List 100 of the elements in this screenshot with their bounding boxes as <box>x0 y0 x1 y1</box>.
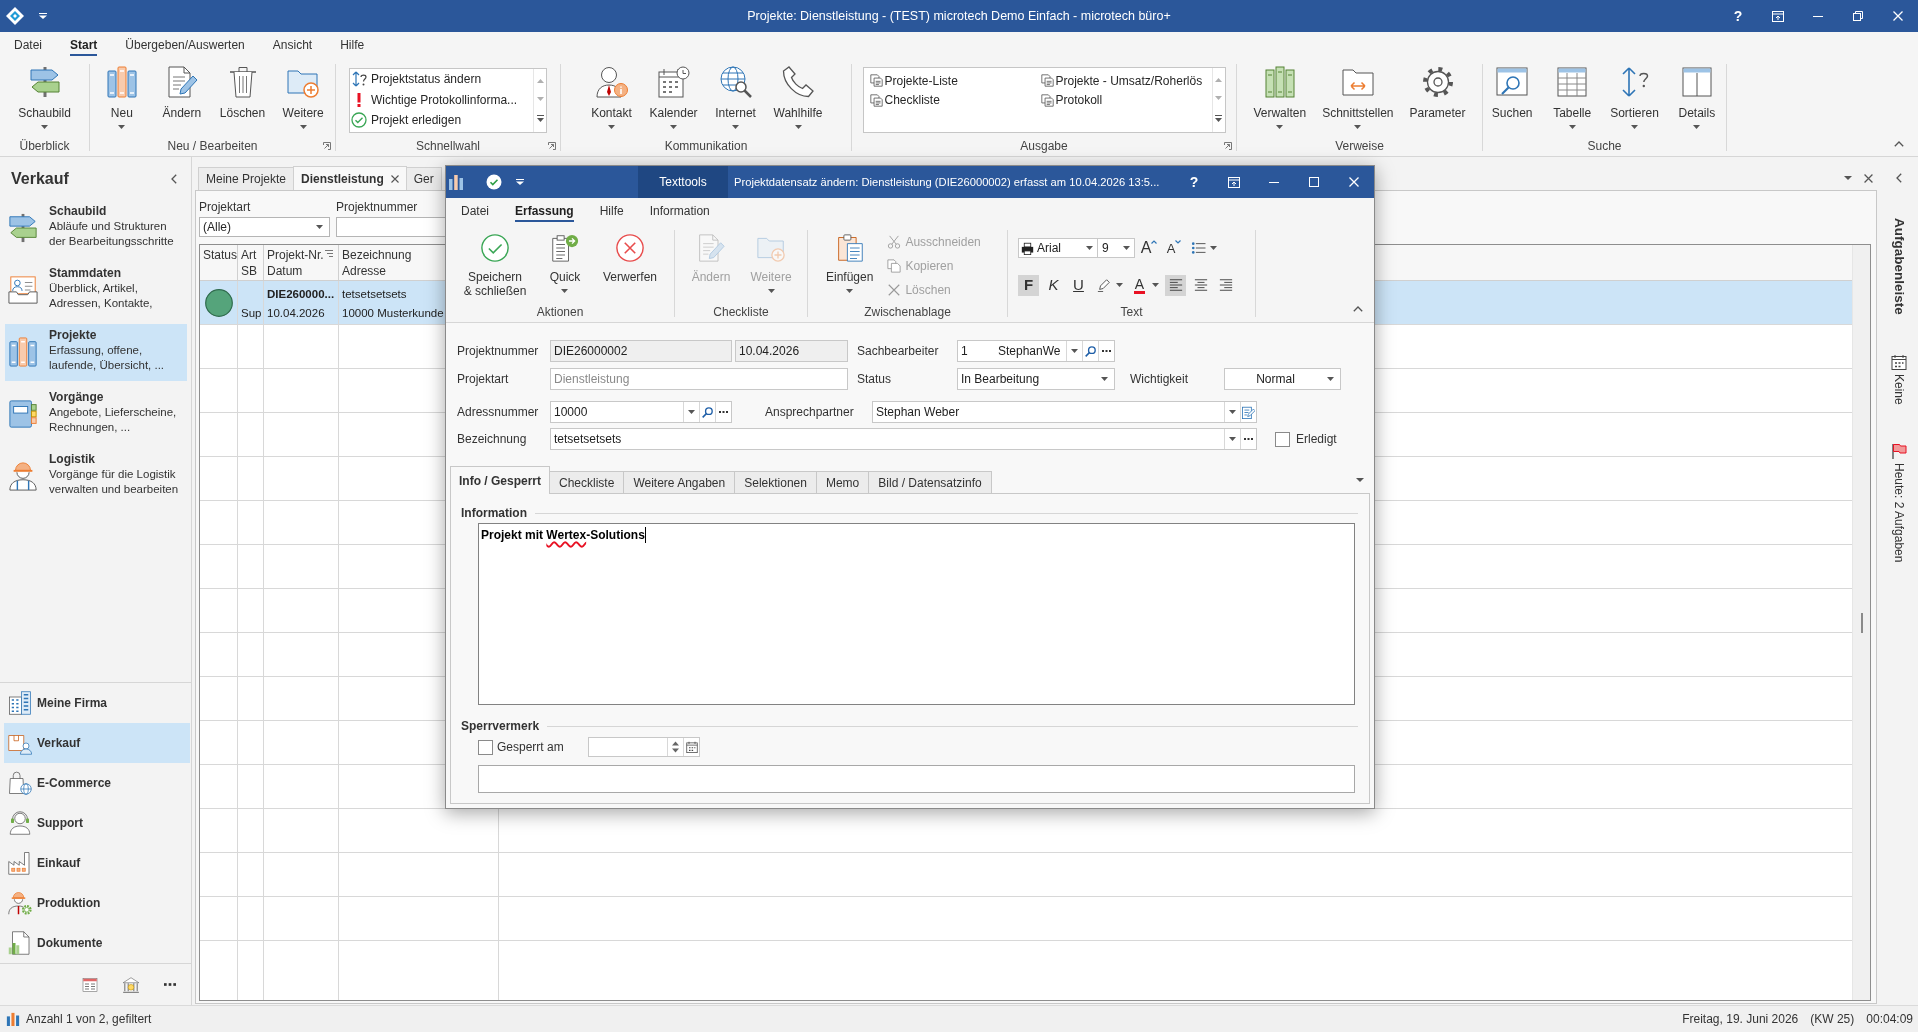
module-item[interactable]: Schaubild Abläufe und Strukturen der Bearbeitungsschritte <box>5 200 187 257</box>
checkbox[interactable] <box>1275 431 1290 447</box>
ribbon-button[interactable]: Verwalten <box>1247 66 1313 129</box>
caret-icon[interactable] <box>1844 176 1852 180</box>
ribbon-button[interactable]: Tabelle <box>1544 66 1601 129</box>
nav-item[interactable]: Meine Firma <box>4 683 190 723</box>
menu-tab[interactable]: Hilfe <box>326 32 379 58</box>
input-field[interactable] <box>478 765 1355 793</box>
document-tab[interactable]: Ger <box>405 167 442 190</box>
text-area[interactable]: Projekt mit Wertex-Solutions <box>478 523 1355 705</box>
list-item[interactable]: Wichtige Protokollinforma... <box>351 89 533 110</box>
caret-icon[interactable] <box>516 179 524 185</box>
list-item[interactable]: Checkliste <box>869 90 1041 110</box>
help-button[interactable]: ? <box>1174 166 1214 198</box>
caret-icon[interactable] <box>1356 477 1364 482</box>
context-tab[interactable]: Texttools <box>638 166 728 198</box>
chevron-left-icon[interactable] <box>1896 173 1902 183</box>
list-item[interactable]: Projekt erledigen <box>351 110 533 131</box>
report-form-icon[interactable] <box>82 976 98 993</box>
close-icon[interactable] <box>390 174 399 183</box>
module-item[interactable]: Projekte Erfassung, offene, laufende, Übersicht, ... <box>5 324 187 381</box>
ribbon-button[interactable]: Suchen <box>1484 66 1541 120</box>
dialog-launcher-icon[interactable] <box>548 141 556 150</box>
ribbon-button[interactable]: Verwerfen <box>597 232 663 284</box>
module-item[interactable]: Vorgänge Angebote, Lieferscheine, Rechnungen, ... <box>5 386 187 443</box>
tab[interactable]: Weitere Angaben <box>623 471 736 493</box>
tab[interactable]: Memo <box>815 471 870 493</box>
font-size-button[interactable]: A <box>1163 237 1185 259</box>
bank-coins-icon[interactable] <box>122 975 140 994</box>
nav-item[interactable]: Produktion <box>4 883 190 923</box>
chevron-left-icon[interactable] <box>171 173 177 184</box>
tab[interactable]: Info / Gesperrt <box>450 466 550 494</box>
ribbon-button[interactable]: Speichern & schließen <box>457 232 533 298</box>
module-item[interactable]: Logistik Vorgänge für die Logistik verwalten und bearbeiten <box>5 448 187 505</box>
menu-tab[interactable]: Datei <box>446 198 502 224</box>
list-item[interactable]: Projekte-Liste <box>869 71 1041 91</box>
input-field[interactable]: DIE26000002 <box>550 340 732 362</box>
chevron-up-icon[interactable] <box>1894 141 1904 147</box>
menu-tab[interactable]: Erfassung <box>502 198 587 224</box>
ribbon-button[interactable]: Löschen <box>213 66 272 120</box>
column-header[interactable]: Status <box>203 247 238 263</box>
expand-list-icon[interactable] <box>1215 114 1222 122</box>
column-header[interactable]: Datum <box>267 263 303 279</box>
column-header[interactable]: SB <box>241 263 257 279</box>
checkbox[interactable] <box>478 739 493 755</box>
text-style-button[interactable]: U <box>1068 274 1089 296</box>
column-header[interactable]: Bezeichnung <box>342 247 412 263</box>
nav-item[interactable]: Verkauf <box>4 723 190 763</box>
menu-tab[interactable]: Start <box>56 32 112 58</box>
text-style-button[interactable]: F <box>1018 274 1039 296</box>
tab[interactable]: Checkliste <box>549 471 625 493</box>
caret-icon[interactable] <box>39 13 47 19</box>
ribbon-button[interactable]: Neu <box>93 66 150 129</box>
task-item[interactable]: Heute: 2 Aufgaben <box>1891 443 1907 563</box>
dialog-launcher-icon[interactable] <box>323 141 331 150</box>
scrollbar-grip[interactable] <box>1860 612 1863 633</box>
column-header[interactable]: Art <box>241 247 257 263</box>
ribbon-button[interactable]: Ändern <box>153 66 210 120</box>
menu-tab[interactable]: Datei <box>0 32 56 58</box>
ribbon-button[interactable]: Sortieren <box>1604 66 1665 129</box>
dropdown[interactable]: In Bearbeitung <box>957 368 1115 390</box>
dropdown[interactable]: (Alle) <box>199 217 330 237</box>
dropdown[interactable]: Normal <box>1224 368 1341 390</box>
document-tab[interactable]: Meine Projekte <box>198 167 295 190</box>
ribbon-button[interactable]: Quick <box>537 232 593 293</box>
tab[interactable]: Selektionen <box>734 471 817 493</box>
menu-tab[interactable]: Ansicht <box>258 32 327 58</box>
ribbon-button[interactable]: Einfügen <box>820 232 880 293</box>
more-icon[interactable] <box>164 983 176 986</box>
input-field[interactable]: 10.04.2026 <box>735 340 848 362</box>
document-tab[interactable]: Dienstleistung <box>293 166 407 190</box>
list-item[interactable]: Protokoll <box>1040 90 1212 110</box>
module-item[interactable]: Stammdaten Überblick, Artikel, Adressen, Kontakte, <box>5 262 187 319</box>
task-item[interactable]: Keine <box>1891 353 1907 405</box>
font-color-button[interactable]: A <box>1129 274 1150 296</box>
ribbon-button[interactable]: Kalender <box>643 66 704 129</box>
list-item[interactable]: Projekte - Umsatz/Roherlös <box>1040 71 1212 91</box>
column-header[interactable]: Adresse <box>342 263 387 279</box>
menu-tab[interactable]: Hilfe <box>586 198 637 224</box>
font-size-button[interactable]: A <box>1138 237 1160 259</box>
nav-item[interactable]: E-Commerce <box>4 763 190 803</box>
list-item[interactable]: Projektstatus ändern <box>351 69 533 90</box>
dialog-launcher-icon[interactable] <box>1224 141 1232 150</box>
spinner-icon[interactable] <box>671 739 680 755</box>
ribbon-button[interactable]: Wahlhilfe <box>767 66 829 129</box>
ribbon-button[interactable]: Schnittstellen <box>1316 66 1400 129</box>
nav-item[interactable]: Einkauf <box>4 843 190 883</box>
menu-tab[interactable]: Übergeben/Auswerten <box>111 32 259 58</box>
chevron-up-icon[interactable] <box>1353 306 1363 312</box>
column-header[interactable]: Projekt-Nr. <box>267 247 333 263</box>
menu-tab[interactable]: Information <box>636 198 723 224</box>
tab[interactable]: Bild / Datensatzinfo <box>868 471 992 493</box>
nav-item[interactable]: Dokumente <box>4 923 190 963</box>
help-button[interactable]: ? <box>1718 0 1758 32</box>
date-field[interactable] <box>588 737 700 757</box>
align-button[interactable] <box>1165 274 1186 296</box>
ribbon-button[interactable]: Details <box>1668 66 1725 129</box>
check-circle-icon[interactable] <box>486 174 502 190</box>
ribbon-button[interactable]: Kontakt <box>583 66 640 129</box>
calendar-icon[interactable] <box>685 741 698 753</box>
